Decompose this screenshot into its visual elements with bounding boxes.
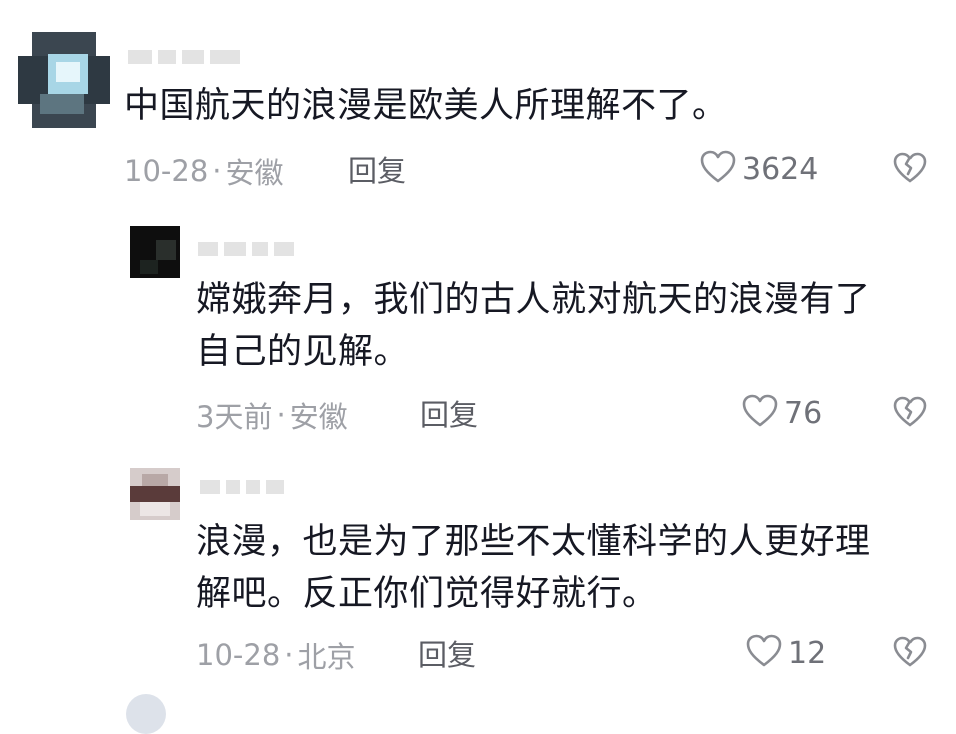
username-blurred[interactable]: [128, 48, 240, 66]
avatar-blurred[interactable]: [18, 32, 110, 128]
reply-button[interactable]: 回复: [420, 392, 478, 434]
broken-heart-icon: [893, 396, 927, 432]
avatar-blurred[interactable]: [130, 226, 180, 278]
heart-outline-icon: [742, 394, 778, 432]
reply-button[interactable]: 回复: [348, 148, 406, 190]
avatar-blurred[interactable]: [130, 468, 180, 520]
comment-location: 安徽: [289, 400, 348, 434]
like-count: 3624: [742, 151, 819, 187]
comment-date: 3天前: [196, 400, 273, 434]
comment-meta: 10-28 · 安徽: [124, 150, 284, 192]
comment-text: 嫦娥奔月，我们的古人就对航天的浪漫有了 自己的见解。: [196, 274, 871, 378]
dislike-button[interactable]: [893, 636, 927, 672]
comment-location: 安徽: [225, 156, 284, 190]
like-count: 12: [788, 635, 827, 671]
meta-separator: ·: [276, 398, 286, 432]
comment-2: 嫦娥奔月，我们的古人就对航天的浪漫有了 自己的见解。 3天前 · 安徽 回复 7…: [0, 200, 956, 450]
broken-heart-icon: [893, 152, 927, 188]
comment-text-line: 自己的见解。: [196, 332, 410, 372]
comment-text: 浪漫，也是为了那些不太懂科学的人更好理 解吧。反正你们觉得好就行。: [196, 516, 871, 620]
comment-meta: 3天前 · 安徽: [196, 394, 348, 436]
comment-text-line: 嫦娥奔月，我们的古人就对航天的浪漫有了: [196, 280, 871, 320]
comment-3: 浪漫，也是为了那些不太懂科学的人更好理 解吧。反正你们觉得好就行。 10-28 …: [0, 450, 956, 690]
username-blurred[interactable]: [198, 240, 294, 258]
comment-1: 中国航天的浪漫是欧美人所理解不了。 10-28 · 安徽 回复 3624: [0, 0, 956, 200]
like-count: 76: [784, 395, 823, 431]
like-button[interactable]: 12: [746, 634, 826, 672]
meta-separator: ·: [212, 154, 222, 188]
heart-outline-icon: [700, 150, 736, 188]
like-button[interactable]: 76: [742, 394, 822, 432]
comment-meta: 10-28 · 北京: [196, 634, 356, 676]
dislike-button[interactable]: [893, 396, 927, 432]
comment-date: 10-28: [124, 154, 209, 188]
broken-heart-icon: [893, 636, 927, 672]
reply-button[interactable]: 回复: [418, 632, 476, 674]
heart-outline-icon: [746, 634, 782, 672]
comment-text: 中国航天的浪漫是欧美人所理解不了。: [124, 80, 728, 132]
dislike-button[interactable]: [893, 152, 927, 188]
comment-location: 北京: [297, 640, 356, 674]
comment-text-line: 浪漫，也是为了那些不太懂科学的人更好理: [196, 522, 871, 562]
meta-separator: ·: [284, 638, 294, 672]
comment-date: 10-28: [196, 638, 281, 672]
like-button[interactable]: 3624: [700, 150, 818, 188]
username-blurred[interactable]: [200, 478, 284, 496]
comment-text-line: 中国航天的浪漫是欧美人所理解不了。: [124, 86, 728, 126]
next-comment-avatar[interactable]: [126, 694, 166, 734]
comment-text-line: 解吧。反正你们觉得好就行。: [196, 574, 658, 614]
